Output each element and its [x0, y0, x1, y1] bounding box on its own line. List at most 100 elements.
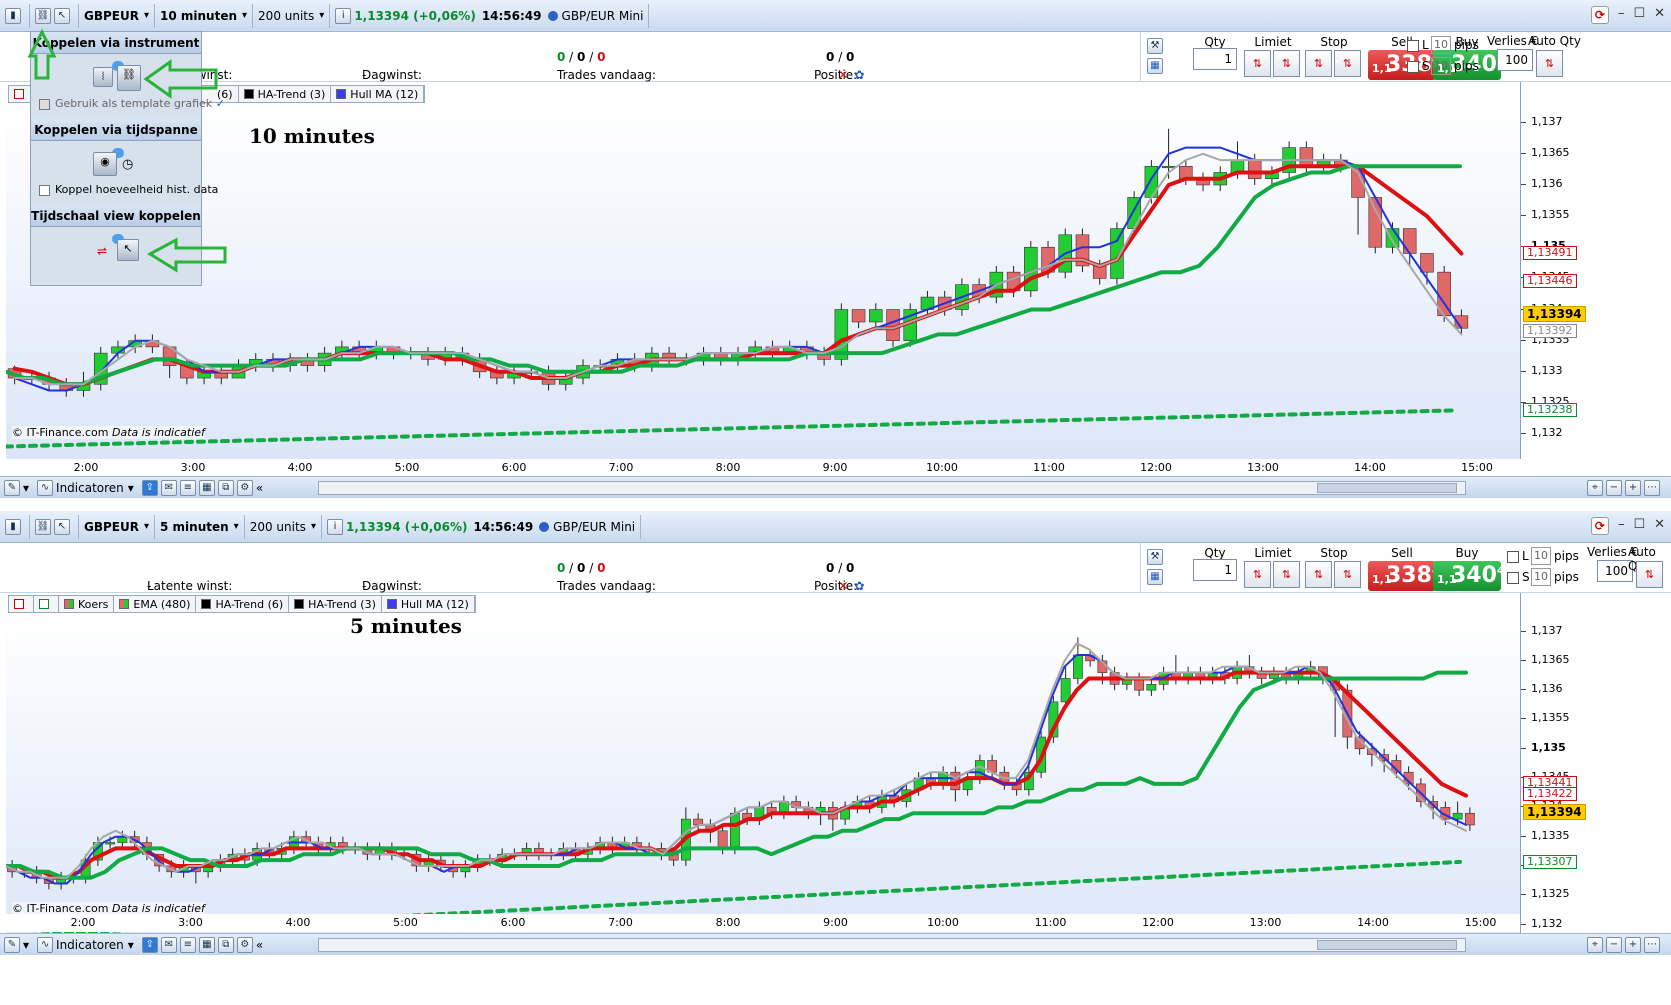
comment-icon[interactable]: ✉: [160, 936, 177, 953]
chain-link-icon[interactable]: ⛓: [117, 65, 141, 91]
timeframe-select[interactable]: 5 minuten: [155, 514, 245, 539]
hist-data-option[interactable]: Koppel hoeveelheid hist. data: [39, 183, 218, 196]
sync-icon[interactable]: ⟳: [1590, 517, 1609, 535]
list-icon[interactable]: ≡: [179, 479, 196, 496]
limit-sell-button[interactable]: ⇅: [1273, 561, 1300, 588]
pencil-icon[interactable]: ✎: [4, 936, 20, 953]
info-icon[interactable]: i: [326, 518, 343, 535]
legend-item[interactable]: Hull MA (12): [331, 86, 425, 102]
time-axis[interactable]: 2:00 3:00 4:00 5:00 6:00 7:00 8:00 9:00 10:00 11:…: [6, 914, 1520, 932]
instrument-select[interactable]: GBPEUR: [79, 3, 156, 28]
dropdown-icon[interactable]: ▾: [23, 481, 29, 495]
template-option[interactable]: Gebruik als template grafiek ✓: [39, 97, 225, 110]
zoom-fit-icon[interactable]: ⌖: [1587, 936, 1603, 953]
settings-icon[interactable]: ✿: [854, 68, 864, 82]
pips-limit-input[interactable]: 10: [1431, 36, 1451, 54]
hist-data-checkbox[interactable]: [39, 184, 50, 196]
limit-checkbox[interactable]: [1507, 551, 1519, 563]
table-icon[interactable]: ▦: [198, 479, 215, 496]
zoom-in-icon[interactable]: +: [1625, 936, 1641, 953]
legend-item[interactable]: [34, 596, 59, 612]
maximize-icon[interactable]: ☐: [1633, 6, 1645, 24]
info-icon[interactable]: i: [335, 7, 352, 24]
indicators-button[interactable]: ∿ Indicatoren ▾: [33, 935, 138, 955]
sync-icon[interactable]: ⟳: [1590, 6, 1609, 24]
stop-checkbox[interactable]: [1407, 61, 1419, 73]
time-axis[interactable]: 2:00 3:00 4:00 5:00 6:00 7:00 8:00 9:00 10:00 11:…: [6, 459, 1520, 477]
limit-buy-button[interactable]: ⇅: [1244, 50, 1271, 77]
stop-checkbox[interactable]: [1507, 572, 1519, 584]
timeframe-select[interactable]: 10 minuten: [155, 3, 254, 28]
timescale-unlink-icon[interactable]: ⇌: [97, 244, 107, 258]
close-position-icon[interactable]: ✕: [838, 579, 848, 593]
close-position-icon[interactable]: ✕: [838, 68, 848, 82]
chart-type-icon[interactable]: ▮: [0, 514, 30, 539]
share-icon[interactable]: ⇪: [141, 479, 158, 496]
keyboard-icon[interactable]: ▦: [1147, 569, 1163, 585]
scroll-left-icon[interactable]: «: [256, 938, 263, 952]
qty-input[interactable]: 1: [1193, 48, 1237, 70]
sell-button[interactable]: 1,13384: [1368, 561, 1439, 591]
list-icon[interactable]: ≡: [179, 936, 196, 953]
close-icon[interactable]: ✕: [1654, 6, 1665, 24]
buy-button[interactable]: 1,13404: [1433, 561, 1504, 591]
pips-limit-input[interactable]: 10: [1531, 547, 1551, 565]
legend-item[interactable]: EMA (480): [114, 596, 197, 612]
tools-icon[interactable]: ⚙: [236, 479, 253, 496]
auto-qty-button[interactable]: ⇅: [1536, 50, 1563, 77]
zoom-out-icon[interactable]: −: [1606, 936, 1622, 953]
horizontal-scrollbar[interactable]: [318, 938, 1466, 952]
chart-type-icon[interactable]: ▮: [0, 3, 30, 28]
link-instrument-icon[interactable]: ⛓ ↖: [30, 3, 79, 28]
dropdown-icon[interactable]: ▾: [23, 938, 29, 952]
close-icon[interactable]: ✕: [1654, 517, 1665, 535]
more-icon[interactable]: ⋯: [1644, 936, 1660, 953]
limit-checkbox[interactable]: [1407, 40, 1419, 52]
comment-icon[interactable]: ✉: [160, 479, 177, 496]
price-axis[interactable]: 1,1371,13651,1361,13551,1351,13451,1341,…: [1520, 82, 1671, 459]
compare-icon[interactable]: ⧉: [217, 936, 234, 953]
legend-item[interactable]: [9, 596, 34, 612]
minimize-icon[interactable]: –: [1618, 517, 1625, 535]
units-select[interactable]: 200 units: [253, 3, 331, 28]
pips-stop-input[interactable]: 10: [1431, 57, 1451, 75]
legend-item[interactable]: HA-Trend (3): [289, 596, 382, 612]
tools-icon[interactable]: ⚙: [236, 936, 253, 953]
limit-sell-button[interactable]: ⇅: [1273, 50, 1300, 77]
price-axis[interactable]: 1,1371,13651,1361,13551,1351,13451,1341,…: [1520, 593, 1671, 948]
table-icon[interactable]: ▦: [198, 936, 215, 953]
wrench-icon[interactable]: ⚒: [1147, 549, 1163, 565]
template-checkbox[interactable]: [39, 98, 50, 110]
auto-qty-button[interactable]: ⇅: [1636, 561, 1663, 588]
timeframe-unlink-icon[interactable]: ◉: [93, 152, 117, 176]
wrench-icon[interactable]: ⚒: [1147, 38, 1163, 54]
scroll-left-icon[interactable]: «: [256, 481, 263, 495]
pencil-icon[interactable]: ✎: [4, 479, 20, 496]
settings-icon[interactable]: ✿: [854, 579, 864, 593]
horizontal-scrollbar[interactable]: [318, 481, 1466, 495]
clock-icon[interactable]: ◷: [122, 157, 133, 172]
stop-buy-button[interactable]: ⇅: [1305, 561, 1332, 588]
chain-unlink-icon[interactable]: ⦚: [93, 67, 113, 87]
price-chart[interactable]: 5 minutes © IT-Finance.com Data is indic…: [6, 614, 1520, 948]
scroll-thumb[interactable]: [1317, 940, 1457, 950]
price-chart[interactable]: 10 minutes © IT-Finance.com Data is indi…: [6, 104, 1520, 459]
share-icon[interactable]: ⇪: [141, 936, 158, 953]
timescale-link-icon[interactable]: ↖: [117, 239, 139, 261]
legend-item[interactable]: Koers: [59, 596, 115, 612]
stop-sell-button[interactable]: ⇅: [1334, 561, 1361, 588]
loss-input[interactable]: 100: [1497, 49, 1533, 71]
legend-item[interactable]: HA-Trend (3): [239, 86, 332, 102]
stop-buy-button[interactable]: ⇅: [1305, 50, 1332, 77]
qty-input[interactable]: 1: [1193, 559, 1237, 581]
zoom-out-icon[interactable]: −: [1606, 479, 1622, 496]
indicators-button[interactable]: ∿ Indicatoren ▾: [33, 478, 138, 498]
legend-item[interactable]: Hull MA (12): [382, 596, 475, 612]
stop-sell-button[interactable]: ⇅: [1334, 50, 1361, 77]
limit-buy-button[interactable]: ⇅: [1244, 561, 1271, 588]
link-instrument-icon[interactable]: ⛓ ↖: [30, 514, 79, 539]
maximize-icon[interactable]: ☐: [1633, 517, 1645, 535]
compare-icon[interactable]: ⧉: [217, 479, 234, 496]
more-icon[interactable]: ⋯: [1644, 479, 1660, 496]
pips-stop-input[interactable]: 10: [1531, 568, 1551, 586]
